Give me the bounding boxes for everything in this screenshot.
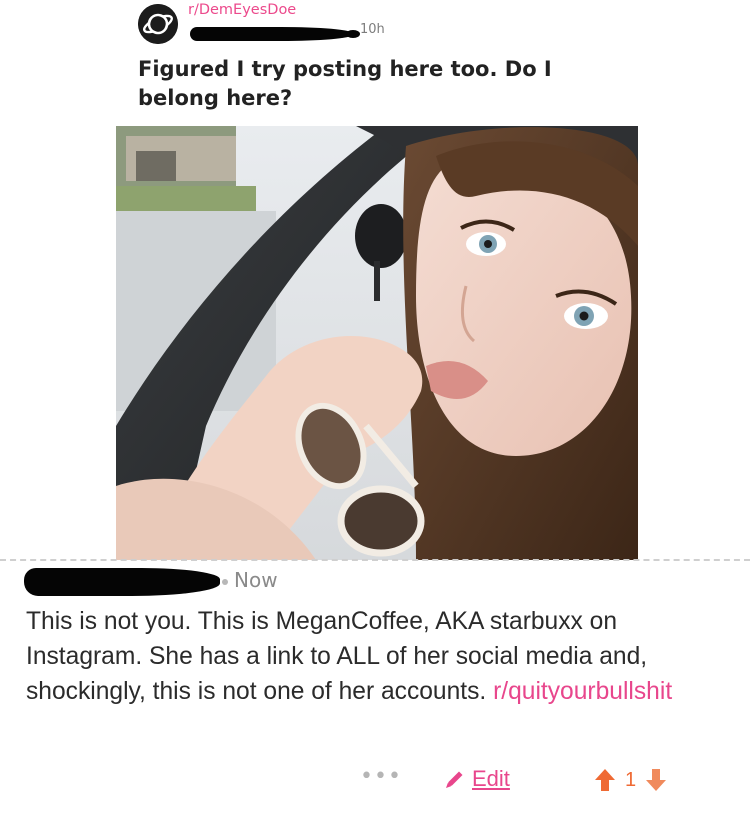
post-image[interactable] bbox=[116, 126, 638, 560]
vote-count: 1 bbox=[625, 768, 637, 791]
selfie-photo bbox=[116, 126, 638, 560]
post-header: r/DemEyesDoe 10h bbox=[138, 2, 588, 44]
edit-button[interactable]: Edit bbox=[444, 764, 510, 794]
upvote-button[interactable] bbox=[594, 768, 616, 792]
more-options-button[interactable]: ••• bbox=[360, 766, 402, 790]
comment-body: This is not you. This is MeganCoffee, AK… bbox=[26, 604, 716, 709]
redacted-username bbox=[190, 27, 360, 41]
pencil-icon bbox=[446, 771, 463, 788]
subreddit-link[interactable]: r/quityourbullshit bbox=[493, 678, 672, 705]
separator-dot bbox=[222, 579, 228, 585]
subreddit-name[interactable]: r/DemEyesDoe bbox=[188, 2, 296, 18]
redacted-commenter-name bbox=[24, 568, 220, 596]
subreddit-avatar[interactable] bbox=[138, 4, 178, 44]
downvote-arrow-icon bbox=[646, 769, 667, 791]
comment-divider bbox=[0, 559, 750, 561]
downvote-button[interactable] bbox=[645, 768, 667, 792]
upvote-arrow-icon bbox=[595, 769, 615, 791]
edit-label: Edit bbox=[472, 766, 510, 791]
vote-controls: 1 bbox=[594, 764, 667, 796]
post-timestamp: 10h bbox=[360, 22, 385, 37]
post-title[interactable]: Figured I try posting here too. Do I bel… bbox=[138, 55, 608, 113]
planet-icon bbox=[138, 4, 178, 44]
comment-timestamp: Now bbox=[234, 568, 278, 592]
